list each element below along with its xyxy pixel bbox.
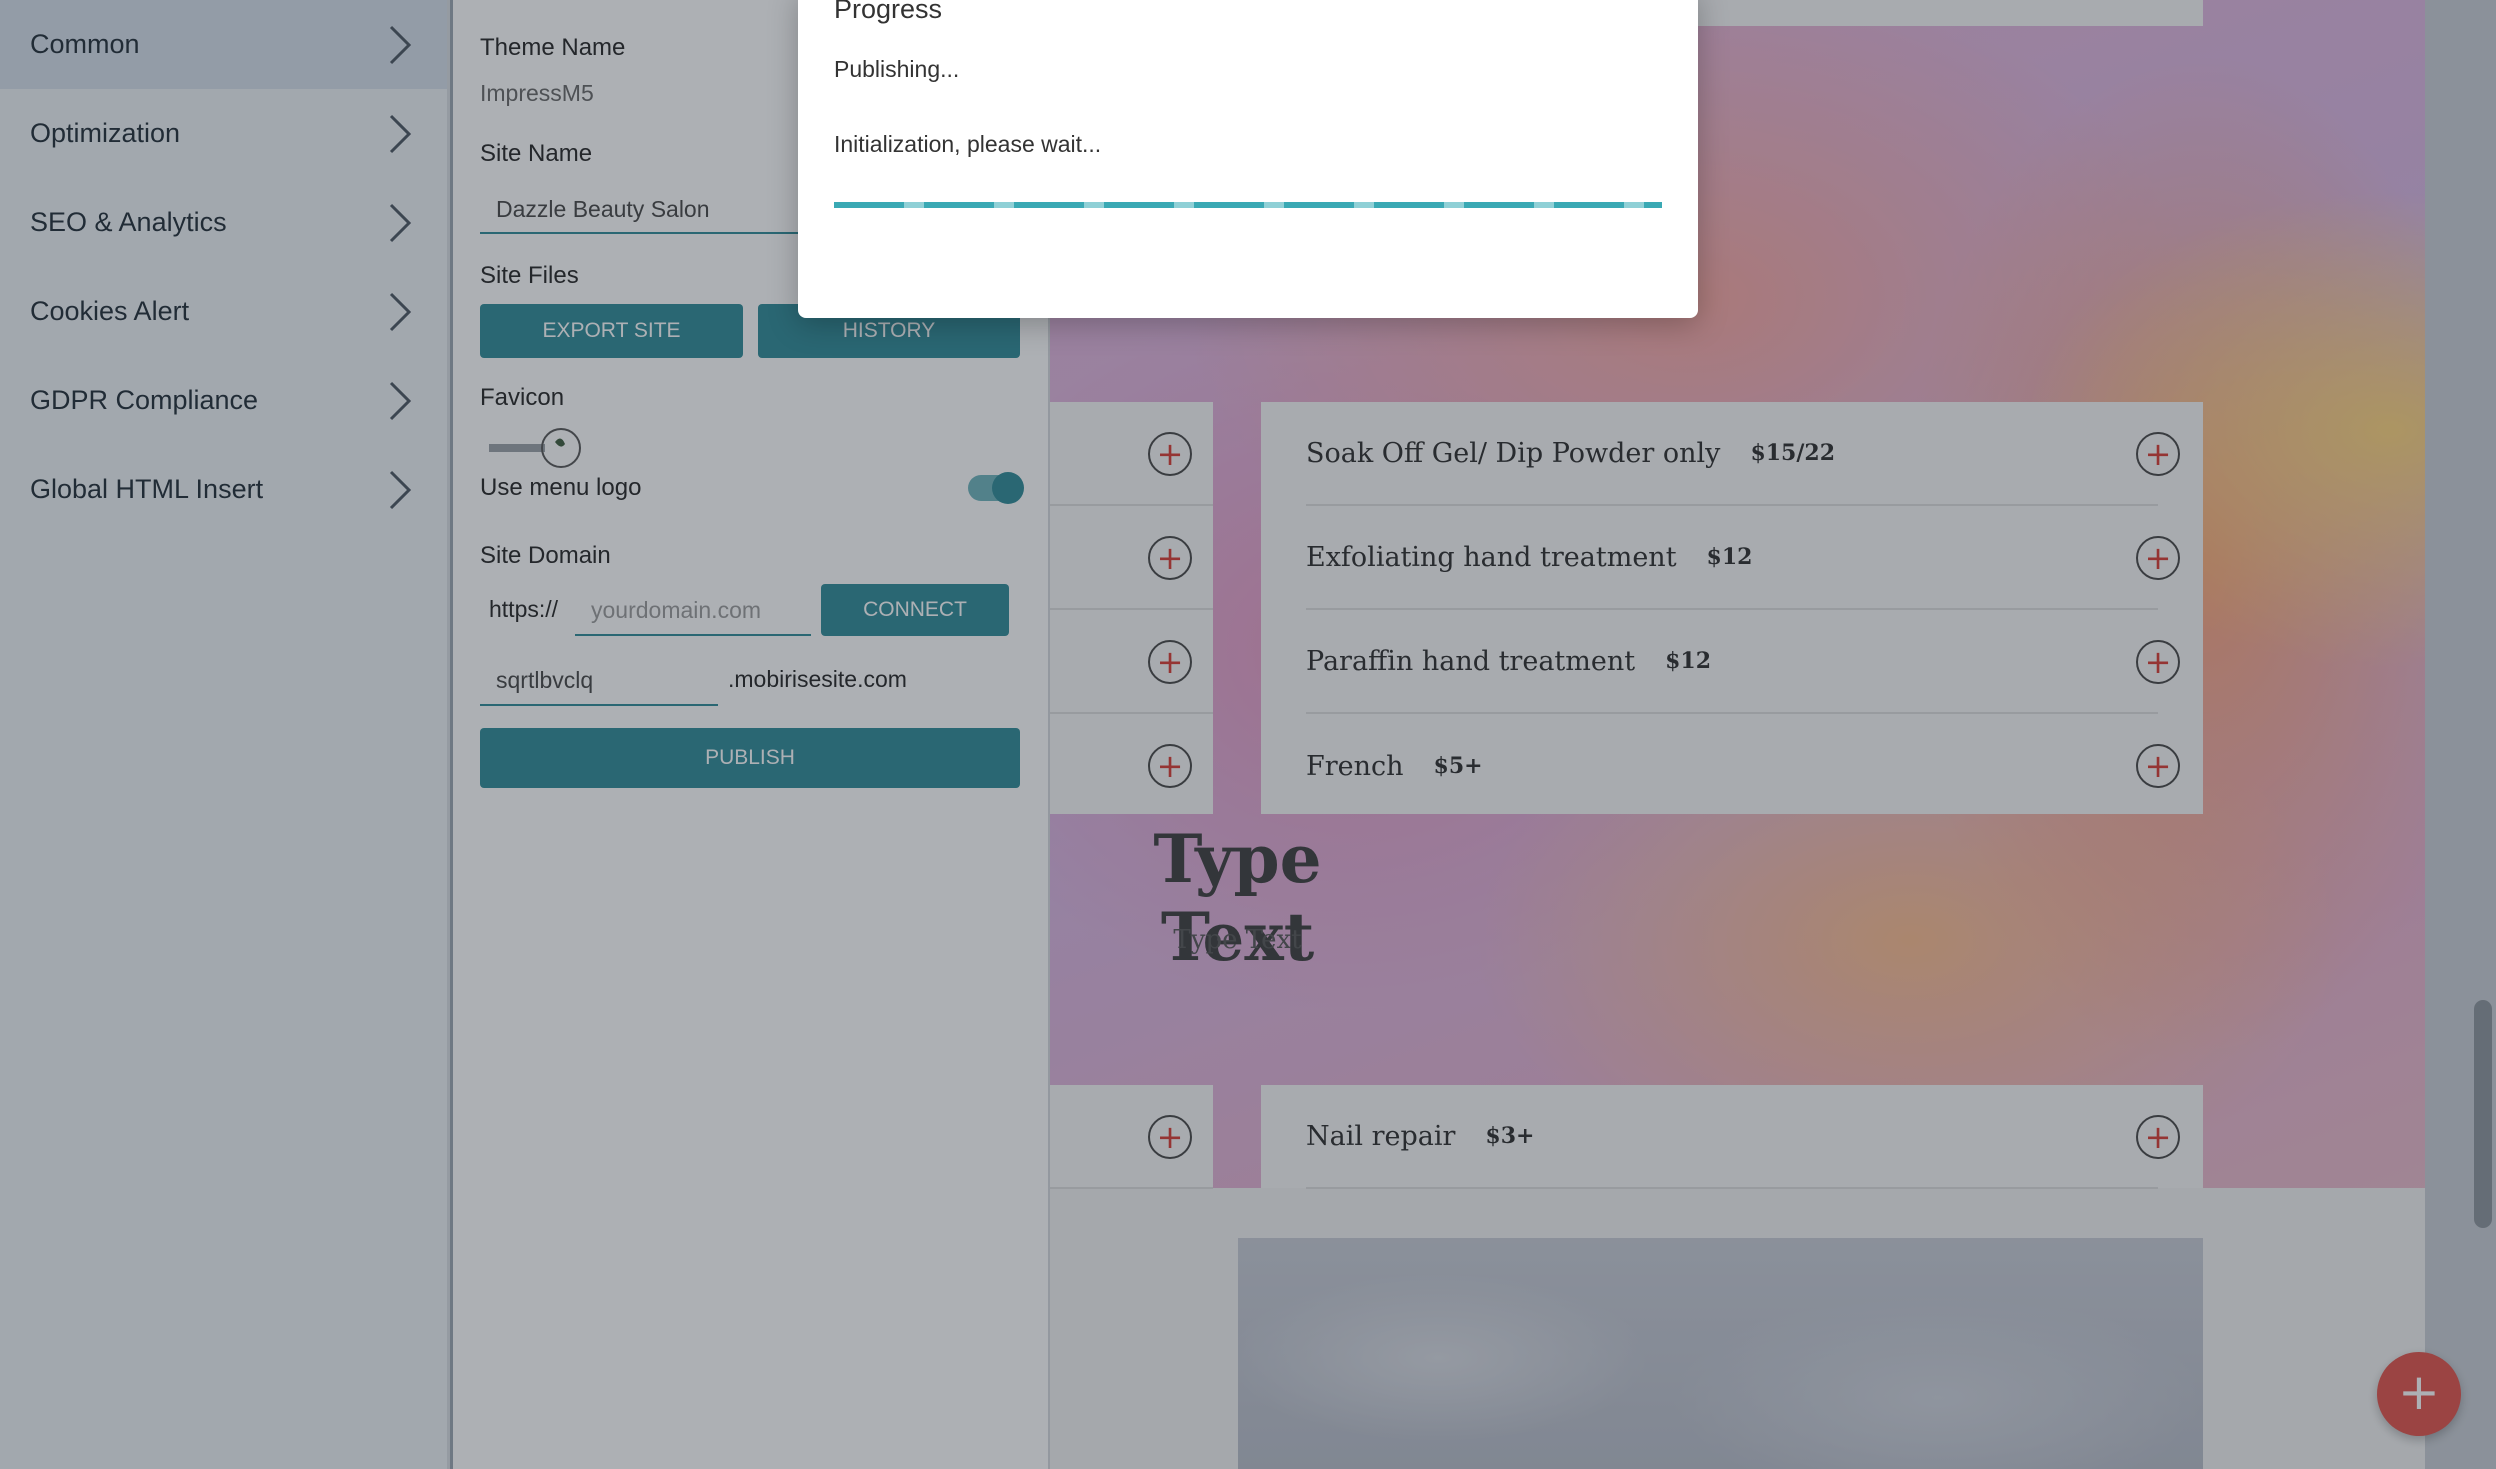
progress-bar xyxy=(834,202,1662,208)
dialog-title: Progress xyxy=(834,0,943,24)
progress-bar-fill xyxy=(834,202,1662,208)
progress-dialog: Progress Publishing... Initialization, p… xyxy=(798,0,1698,318)
publishing-status: Publishing... xyxy=(834,56,960,82)
progress-message: Initialization, please wait... xyxy=(834,131,1102,157)
